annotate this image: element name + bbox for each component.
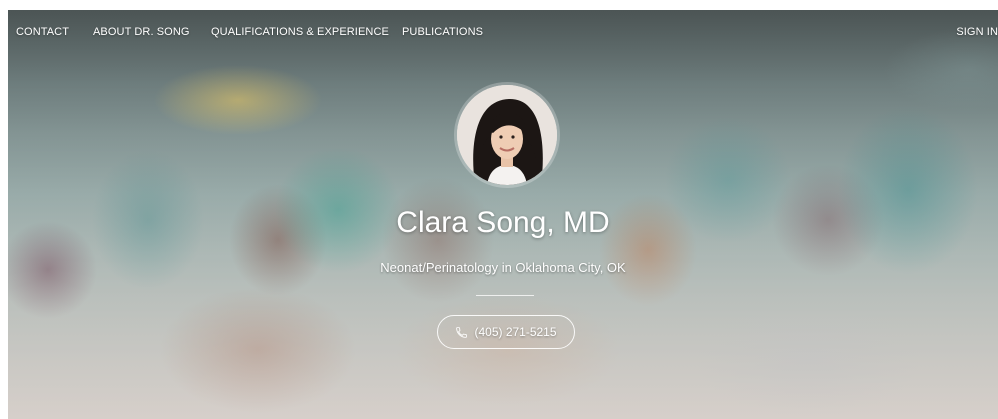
nav-publications-link[interactable]: PUBLICATIONS [402, 26, 483, 38]
top-navigation: CONTACT ABOUT DR. SONG QUALIFICATIONS & … [8, 10, 998, 58]
hero-banner: CONTACT ABOUT DR. SONG QUALIFICATIONS & … [8, 10, 998, 419]
doctor-avatar [457, 85, 557, 185]
sign-in-link[interactable]: SIGN IN [956, 26, 998, 38]
phone-icon [455, 326, 468, 339]
nav-qualifications-link[interactable]: QUALIFICATIONS & EXPERIENCE [211, 26, 389, 38]
doctor-name: Clara Song, MD [396, 206, 610, 239]
doctor-portrait-icon [457, 85, 557, 185]
phone-call-button[interactable]: (405) 271-5215 [437, 315, 575, 349]
phone-number: (405) 271-5215 [474, 325, 557, 339]
doctor-specialty-location: Neonat/Perinatology in Oklahoma City, OK [380, 260, 626, 275]
nav-contact-link[interactable]: CONTACT [16, 26, 69, 38]
nav-about-link[interactable]: ABOUT DR. SONG [93, 26, 190, 38]
divider [476, 295, 534, 296]
